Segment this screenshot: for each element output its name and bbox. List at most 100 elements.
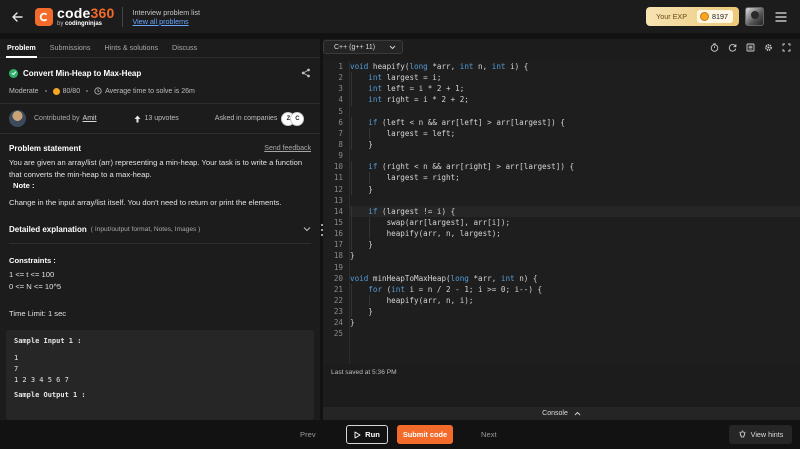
line-number: 6: [338, 117, 343, 127]
problem-statement-heading: Problem statement: [9, 144, 82, 153]
code-line[interactable]: largest = left;: [350, 127, 800, 139]
contributed-by-label: Contributed by: [34, 115, 80, 122]
code-line[interactable]: if (largest != i) {: [350, 205, 800, 217]
line-number-gutter: 1 2 3 4 5 6 7 8 9 10 11 12 13 14 15 16 17 18 19 20 21 22 23 24 2…: [323, 61, 350, 364]
run-button[interactable]: Run: [346, 425, 388, 444]
logo-by: by: [57, 21, 64, 27]
language-select[interactable]: C++ (g++ 11): [323, 40, 404, 54]
line-number: 23: [333, 307, 343, 317]
line-number: 10: [333, 162, 343, 172]
header-divider: [122, 6, 124, 27]
problem-meta: Moderate 80/80 Average time to solve is …: [9, 87, 311, 95]
code-line[interactable]: int right = i * 2 + 2;: [350, 94, 800, 106]
company-logos[interactable]: Z C: [281, 111, 305, 126]
share-button[interactable]: [301, 68, 311, 78]
next-button[interactable]: Next: [481, 430, 497, 439]
lightbulb-icon: [738, 430, 746, 438]
settings-icon: [765, 43, 772, 51]
code-line[interactable]: [350, 150, 800, 161]
editor-panel: C++ (g++ 11) 1 2 3 4 5 6 7 8 9 10 11 12 13 14 15 16 17 18…: [323, 39, 800, 420]
detailed-explanation-toggle[interactable]: Detailed explanation ( Input/output form…: [9, 225, 311, 234]
line-number: 8: [338, 139, 343, 149]
console-label: Console: [542, 410, 568, 417]
code-line[interactable]: swap(arr[largest], arr[i]);: [350, 216, 800, 229]
language-label: C++ (g++ 11): [334, 43, 376, 51]
code-line[interactable]: [350, 106, 800, 117]
line-number: 11: [333, 173, 343, 183]
line-number: 13: [333, 195, 343, 205]
contributor-row: Contributed by Amit 13 upvotes Asked in …: [0, 104, 320, 133]
code-line[interactable]: if (left < n && arr[left] > arr[largest]…: [350, 116, 800, 128]
detailed-explanation-subtitle: ( Input/output format, Notes, Images ): [90, 225, 201, 233]
line-number: 22: [333, 295, 343, 305]
code-line[interactable]: if (right < n && arr[right] > arr[larges…: [350, 161, 800, 173]
code-editor[interactable]: 1 2 3 4 5 6 7 8 9 10 11 12 13 14 15 16 17 18 19 20 21 22 23 24 2…: [323, 61, 800, 364]
code-line[interactable]: int largest = i;: [350, 72, 800, 84]
tab-discuss[interactable]: Discuss: [165, 43, 204, 57]
back-button[interactable]: [0, 0, 34, 33]
tab-hints-solutions[interactable]: Hints & solutions: [98, 43, 166, 57]
reset-code-button[interactable]: [728, 43, 737, 52]
line-number: 19: [333, 262, 343, 272]
problem-title: Convert Min-Heap to Max-Heap: [23, 68, 142, 78]
fullscreen-icon: [782, 43, 791, 51]
company-logo: C: [290, 111, 305, 126]
contributor-name-link[interactable]: Amit: [83, 115, 97, 122]
submit-code-button[interactable]: Submit code: [397, 425, 453, 444]
breadcrumb-title: Interview problem list: [132, 7, 200, 17]
score-coin-icon: [52, 87, 60, 95]
code-line[interactable]: [350, 195, 800, 206]
exp-badge[interactable]: Your EXP 8197: [646, 7, 739, 26]
code-line[interactable]: }: [350, 317, 800, 328]
code-line[interactable]: largest = right;: [350, 172, 800, 184]
code-line[interactable]: heapify(arr, n, largest);: [350, 228, 800, 240]
average-time: Average time to solve is 26m: [105, 87, 195, 95]
timer-button[interactable]: [710, 42, 719, 52]
notes-button[interactable]: [746, 43, 755, 52]
code-line[interactable]: [350, 328, 800, 339]
code-line[interactable]: [350, 262, 800, 273]
solved-check-icon: [9, 68, 18, 78]
upvote-button[interactable]: 13 upvotes: [134, 115, 179, 123]
user-avatar[interactable]: [745, 7, 764, 26]
code-line[interactable]: for (int i = n / 2 - 1; i >= 0; i--) {: [350, 283, 800, 295]
code-line[interactable]: }: [350, 306, 800, 318]
line-number: 20: [333, 273, 343, 283]
detailed-explanation-heading: Detailed explanation: [9, 224, 87, 234]
chevron-up-icon: [574, 411, 581, 416]
tab-problem[interactable]: Problem: [0, 43, 43, 58]
score-value: 80/80: [62, 87, 81, 95]
sample-input-line: 1: [14, 353, 19, 362]
logo-mark-icon: [35, 7, 53, 26]
clock-icon: [94, 87, 102, 95]
code-line[interactable]: void heapify(long *arr, int n, int i) {: [350, 61, 800, 72]
menu-button[interactable]: [770, 6, 792, 28]
code-lines[interactable]: void heapify(long *arr, int n, int i) { …: [350, 61, 800, 340]
code-line[interactable]: heapify(arr, n, i);: [350, 294, 800, 307]
settings-button[interactable]: [764, 43, 773, 52]
line-number: 14: [333, 206, 343, 216]
code360-logo[interactable]: code360 by codingninjas: [35, 0, 114, 33]
code-line[interactable]: }: [350, 250, 800, 261]
code-line[interactable]: }: [350, 138, 800, 151]
code-line[interactable]: }: [350, 239, 800, 251]
play-icon: [354, 431, 361, 438]
tab-submissions[interactable]: Submissions: [43, 43, 98, 57]
code-line[interactable]: int left = i * 2 + 1;: [350, 83, 800, 95]
line-number: 1: [338, 62, 343, 71]
line-number: 18: [333, 251, 343, 261]
view-all-problems-link[interactable]: View all problems: [132, 17, 200, 26]
console-toggle[interactable]: Console: [323, 407, 800, 420]
prev-button[interactable]: Prev: [300, 430, 316, 439]
hamburger-menu-icon: [775, 11, 787, 22]
back-arrow-icon: [12, 11, 23, 22]
line-number: 9: [338, 151, 343, 161]
view-hints-button[interactable]: View hints: [729, 425, 792, 444]
code-line[interactable]: void minHeapToMaxHeap(long *arr, int n) …: [350, 273, 800, 284]
fullscreen-button[interactable]: [782, 43, 791, 52]
sample-output-heading: Sample Output 1 :: [14, 390, 86, 399]
code-line[interactable]: }: [350, 183, 800, 195]
send-feedback-link[interactable]: Send feedback: [264, 145, 311, 152]
chevron-down-icon: [303, 227, 311, 232]
refresh-icon: [728, 43, 737, 52]
